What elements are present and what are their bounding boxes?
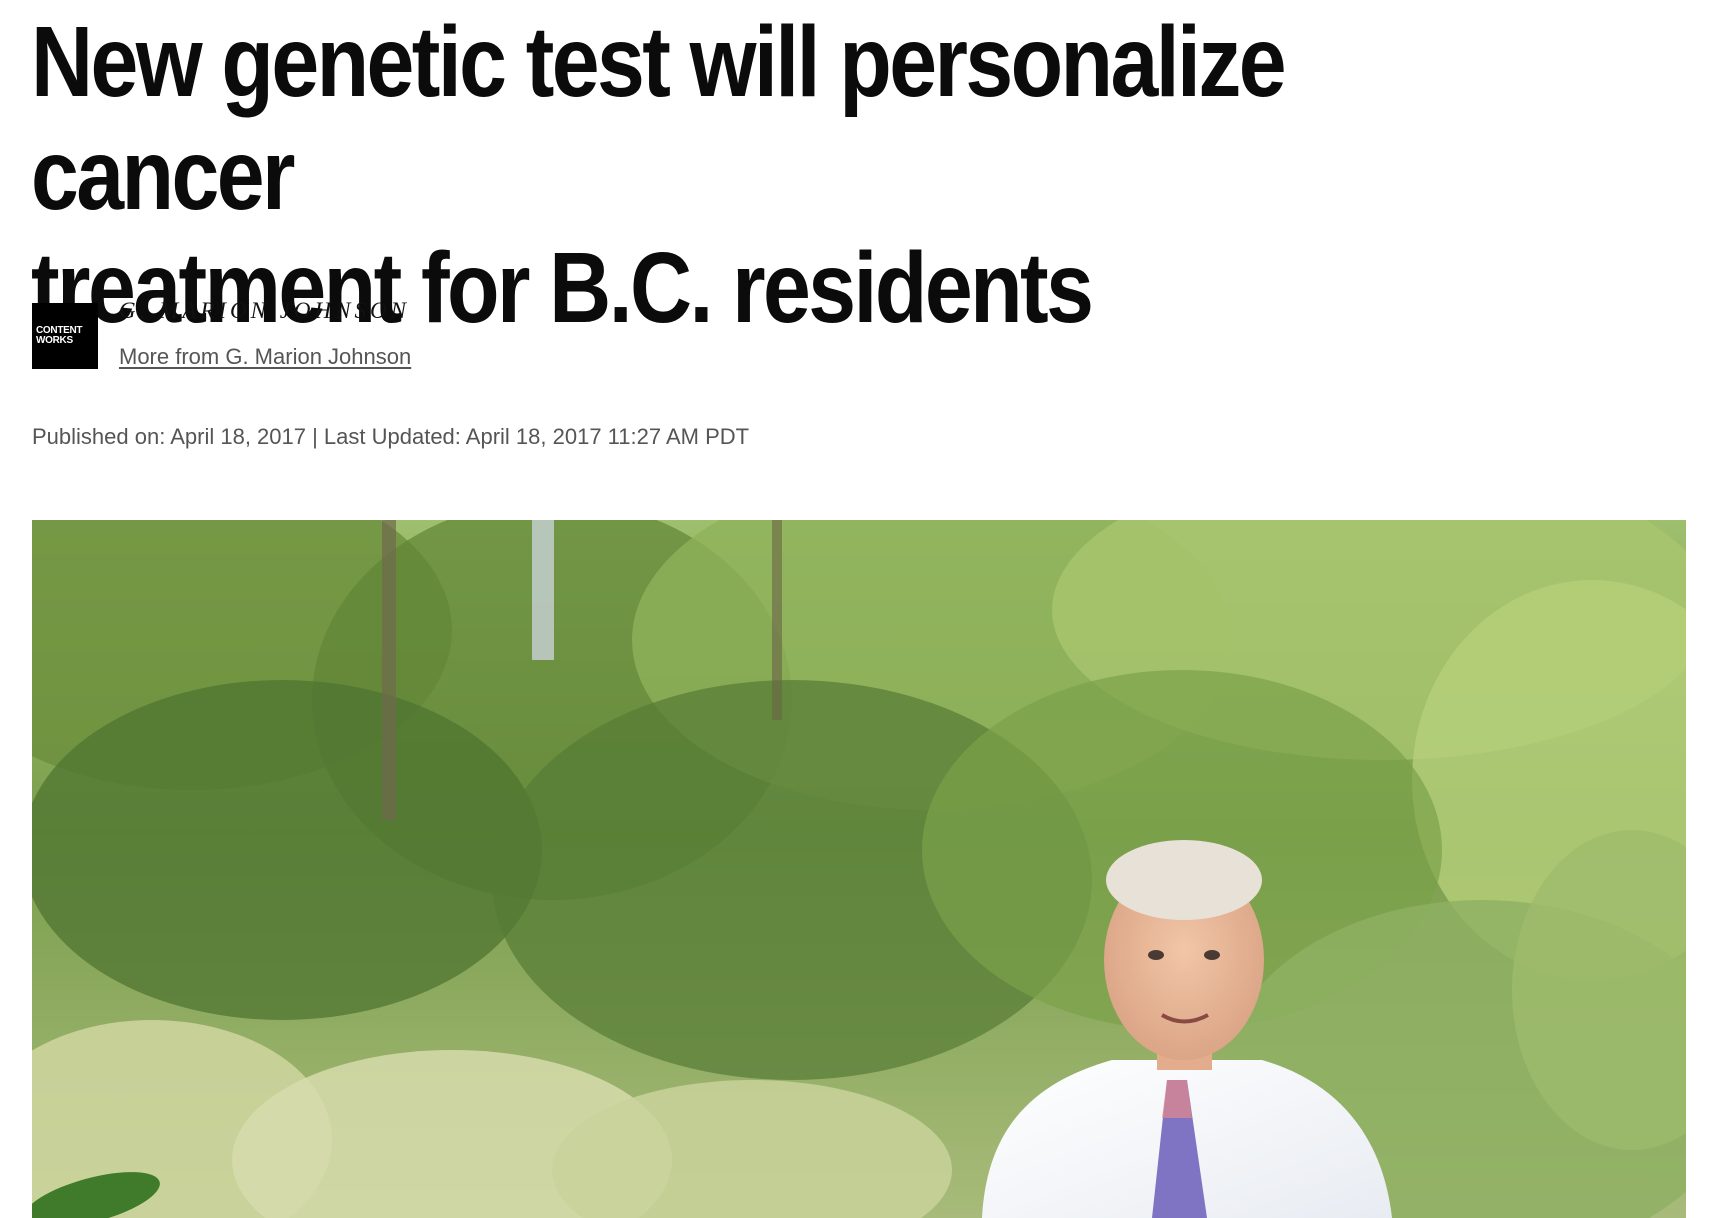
article-hero-image	[32, 520, 1686, 1218]
headline-line-1: New genetic test will personalize cancer	[31, 6, 1287, 231]
publish-dates: Published on: April 18, 2017 | Last Upda…	[32, 424, 750, 449]
content-works-logo[interactable]: CONTENT WORKS	[32, 303, 98, 369]
author-byline: CONTENT WORKS G. MARION JOHNSON More fro…	[32, 298, 411, 370]
article-headline: New genetic test will personalize cancer…	[31, 6, 1459, 345]
author-name: G. MARION JOHNSON	[119, 298, 410, 323]
author-info: G. MARION JOHNSON More from G. Marion Jo…	[119, 298, 411, 370]
logo-text-2: WORKS	[36, 335, 73, 346]
more-from-author-link[interactable]: More from G. Marion Johnson	[119, 344, 411, 370]
